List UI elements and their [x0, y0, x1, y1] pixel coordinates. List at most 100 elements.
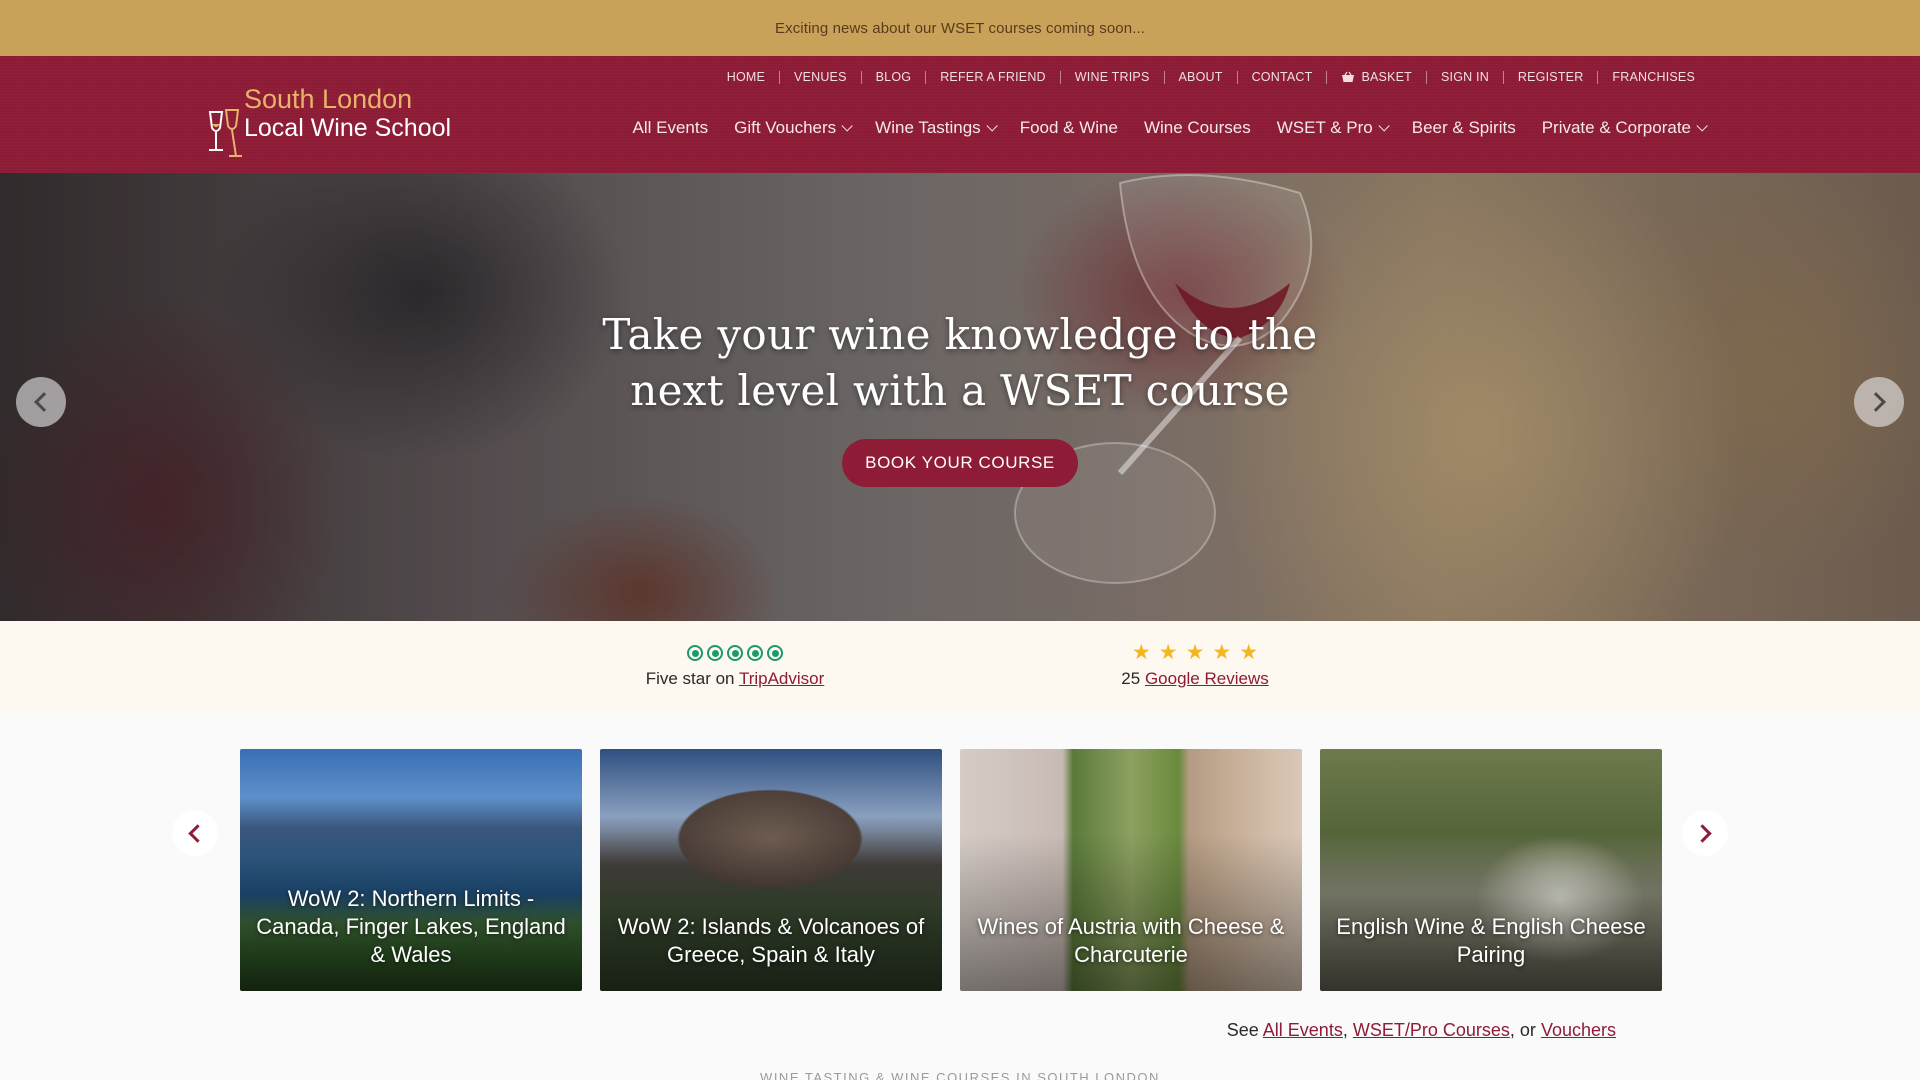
- main-nav-label: WSET & Pro: [1276, 118, 1373, 137]
- main-nav-wine-tastings[interactable]: Wine Tastings: [875, 118, 998, 138]
- nav-divider: [1059, 70, 1061, 84]
- chevron-right-icon: [1693, 823, 1712, 843]
- top-nav-contact[interactable]: CONTACT: [1252, 70, 1313, 84]
- hero-title-line-2: next level with a WSET course: [630, 366, 1290, 415]
- tripadvisor-bubble-icon: [707, 645, 723, 661]
- nav-divider: [779, 70, 781, 84]
- all-events-link[interactable]: All Events: [1263, 1020, 1343, 1040]
- main-nav-label: Beer & Spirits: [1411, 118, 1516, 137]
- tripadvisor-bubble-icon: [767, 645, 783, 661]
- section-subtitle: Wine Tasting & Wine Courses in South Lon…: [760, 1070, 1160, 1080]
- main-nav-wine-courses[interactable]: Wine Courses: [1144, 118, 1251, 138]
- google-reviews-link[interactable]: Google Reviews: [1145, 669, 1269, 688]
- hero-title-line-1: Take your wine knowledge to the: [602, 310, 1318, 359]
- main-nav-food-wine[interactable]: Food & Wine: [1020, 118, 1118, 138]
- top-nav-franchises[interactable]: FRANCHISES: [1612, 70, 1695, 84]
- event-card-title: WoW 2: Northern Limits - Canada, Finger …: [256, 886, 566, 967]
- events-carousel: WoW 2: Northern Limits - Canada, Finger …: [0, 713, 1920, 1080]
- tripadvisor-bubble-icon: [727, 645, 743, 661]
- basket-icon: [1342, 71, 1355, 82]
- vouchers-link[interactable]: Vouchers: [1541, 1020, 1616, 1040]
- logo-line-1: South London: [244, 84, 413, 114]
- main-nav-label: Wine Courses: [1143, 118, 1251, 137]
- see-more-links: See All Events, WSET/Pro Courses, or Vou…: [1227, 1020, 1616, 1041]
- nav-divider: [1326, 70, 1328, 84]
- top-nav-about[interactable]: ABOUT: [1179, 70, 1223, 84]
- event-card[interactable]: WoW 2: Northern Limits - Canada, Finger …: [240, 749, 582, 991]
- nav-divider: [1597, 70, 1599, 84]
- reviews-strip: Five star on TripAdvisor ★ ★ ★ ★ ★ 25 Go…: [0, 621, 1920, 713]
- main-nav-label: Food & Wine: [1019, 118, 1118, 137]
- google-text: 25 Google Reviews: [1040, 669, 1350, 689]
- logo-line-2: Local Wine School: [244, 114, 452, 142]
- event-card-title: WoW 2: Islands & Volcanoes of Greece, Sp…: [617, 914, 925, 967]
- top-nav: HOME VENUES BLOG REFER A FRIEND WINE TRI…: [727, 70, 1695, 84]
- star-icon: ★: [1131, 641, 1151, 664]
- see-separator: , or: [1509, 1020, 1536, 1040]
- star-icon: ★: [1185, 641, 1205, 664]
- see-separator: ,: [1342, 1020, 1348, 1040]
- site-header: South London Local Wine School HOME VENU…: [0, 56, 1920, 173]
- main-nav-beer-spirits[interactable]: Beer & Spirits: [1412, 118, 1516, 138]
- chevron-left-icon: [188, 823, 207, 843]
- top-nav-refer-a-friend[interactable]: REFER A FRIEND: [940, 70, 1046, 84]
- see-prefix: See: [1226, 1020, 1259, 1040]
- star-icon: ★: [1239, 641, 1259, 664]
- top-nav-basket[interactable]: BASKET: [1341, 70, 1412, 84]
- announcement-text: Exciting news about our WSET courses com…: [775, 19, 1145, 37]
- hero-next-button[interactable]: [1854, 377, 1904, 427]
- star-icon: ★: [1212, 641, 1232, 664]
- chevron-down-icon: [841, 120, 853, 132]
- hero-prev-button[interactable]: [16, 377, 66, 427]
- tripadvisor-text: Five star on TripAdvisor: [580, 669, 890, 689]
- event-card[interactable]: WoW 2: Islands & Volcanoes of Greece, Sp…: [600, 749, 942, 991]
- event-card[interactable]: English Wine & English Cheese Pairing: [1320, 749, 1662, 991]
- book-your-course-button[interactable]: BOOK YOUR COURSE: [842, 439, 1078, 487]
- main-nav: All Events Gift Vouchers Wine Tastings F…: [633, 118, 1708, 138]
- nav-divider: [925, 70, 927, 84]
- google-review: ★ ★ ★ ★ ★ 25 Google Reviews: [1040, 641, 1350, 689]
- main-nav-all-events[interactable]: All Events: [633, 118, 709, 138]
- tripadvisor-bubble-icon: [687, 645, 703, 661]
- top-nav-wine-trips[interactable]: WINE TRIPS: [1075, 70, 1150, 84]
- chevron-right-icon: [1866, 392, 1886, 412]
- hero-carousel: Take your wine knowledge to the next lev…: [0, 173, 1920, 621]
- main-nav-label: Private & Corporate: [1541, 118, 1691, 137]
- chevron-left-icon: [34, 392, 54, 412]
- main-nav-private-corporate[interactable]: Private & Corporate: [1541, 118, 1708, 138]
- chevron-down-icon: [1696, 120, 1708, 132]
- top-nav-basket-label: BASKET: [1361, 70, 1412, 84]
- top-nav-sign-in[interactable]: SIGN IN: [1441, 70, 1489, 84]
- tripadvisor-link[interactable]: TripAdvisor: [739, 669, 824, 688]
- event-card-title: English Wine & English Cheese Pairing: [1336, 914, 1646, 967]
- cards-next-button[interactable]: [1682, 810, 1728, 856]
- tripadvisor-bubble-icon: [747, 645, 763, 661]
- nav-divider: [860, 70, 862, 84]
- announcement-bar: Exciting news about our WSET courses com…: [0, 0, 1920, 56]
- site-logo[interactable]: South London Local Wine School: [202, 84, 462, 164]
- main-nav-gift-vouchers[interactable]: Gift Vouchers: [734, 118, 853, 138]
- chevron-down-icon: [1378, 120, 1390, 132]
- top-nav-blog[interactable]: BLOG: [876, 70, 912, 84]
- main-nav-label: All Events: [632, 118, 709, 137]
- hero-content: Take your wine knowledge to the next lev…: [0, 307, 1920, 487]
- tripadvisor-review: Five star on TripAdvisor: [580, 643, 890, 689]
- top-nav-home[interactable]: HOME: [727, 70, 765, 84]
- google-review-count: 25: [1121, 669, 1141, 688]
- tripadvisor-rating: [580, 643, 890, 663]
- chevron-down-icon: [986, 120, 998, 132]
- nav-divider: [1236, 70, 1238, 84]
- main-nav-wset-pro[interactable]: WSET & Pro: [1276, 118, 1390, 138]
- top-nav-venues[interactable]: VENUES: [794, 70, 847, 84]
- top-nav-register[interactable]: REGISTER: [1518, 70, 1584, 84]
- cards-prev-button[interactable]: [172, 810, 218, 856]
- event-card[interactable]: Wines of Austria with Cheese & Charcuter…: [960, 749, 1302, 991]
- hero-title: Take your wine knowledge to the next lev…: [0, 307, 1920, 419]
- nav-divider: [1425, 70, 1427, 84]
- event-card-title: Wines of Austria with Cheese & Charcuter…: [977, 914, 1285, 967]
- wset-pro-courses-link[interactable]: WSET/Pro Courses: [1353, 1020, 1510, 1040]
- main-nav-label: Wine Tastings: [875, 118, 981, 137]
- nav-divider: [1163, 70, 1165, 84]
- nav-divider: [1502, 70, 1504, 84]
- google-rating: ★ ★ ★ ★ ★: [1040, 641, 1350, 664]
